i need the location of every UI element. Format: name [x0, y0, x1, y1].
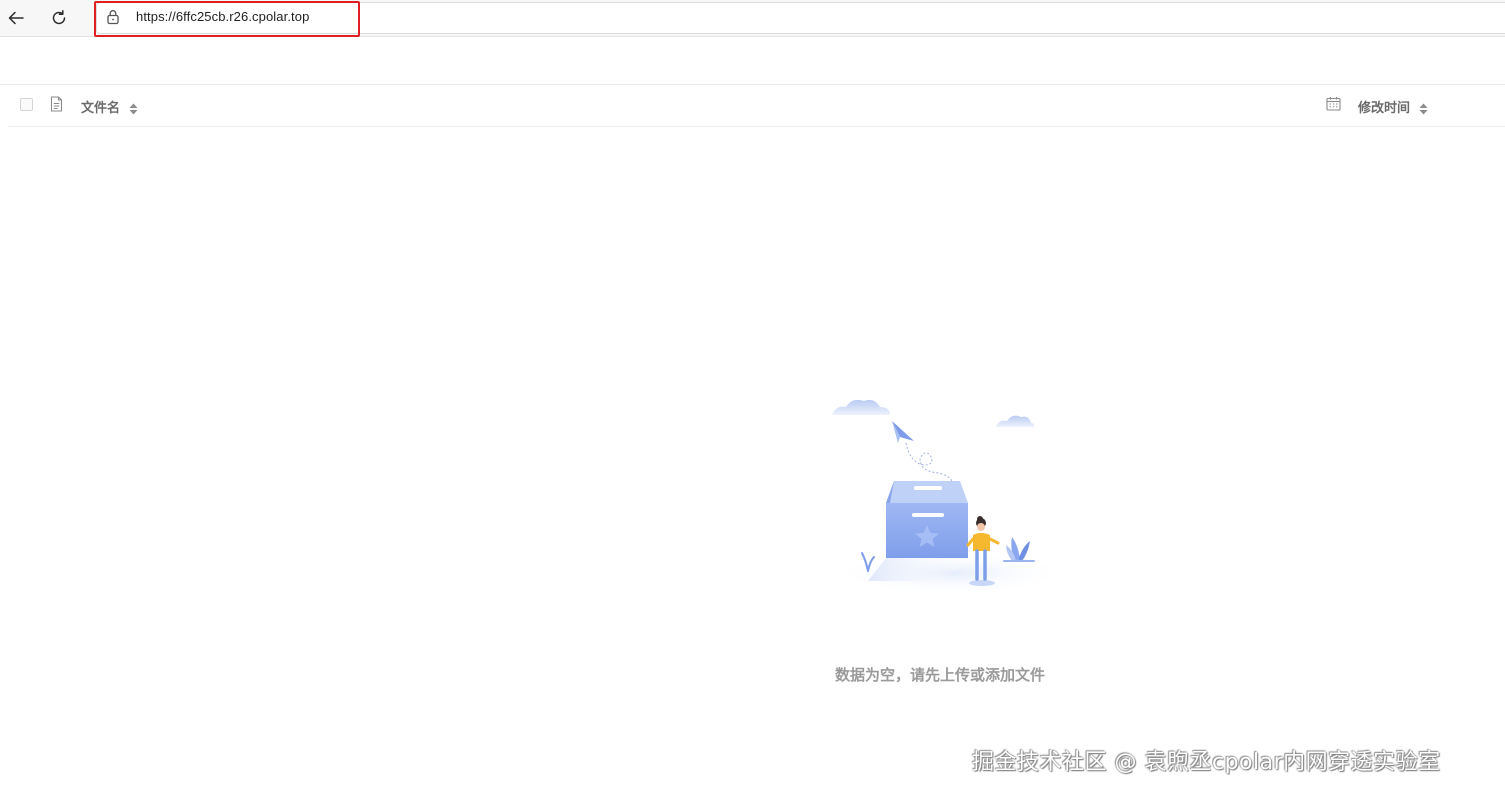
column-header-filename[interactable]: 文件名: [81, 97, 138, 116]
file-icon: [50, 96, 63, 112]
column-mtime-label: 修改时间: [1358, 101, 1411, 116]
watermark: 掘金技术社区 @ 袁煦丞cpolar内网穿透实验室: [972, 750, 1441, 775]
sort-icon[interactable]: [1419, 103, 1428, 115]
file-table-header: 文件名 修改时间: [8, 85, 1505, 127]
reload-icon: [52, 10, 66, 25]
back-button[interactable]: [1, 3, 31, 33]
empty-box-illustration: [832, 399, 1068, 595]
arrow-left-icon: [8, 11, 24, 25]
calendar-icon: [1326, 97, 1341, 111]
column-filename-label: 文件名: [81, 101, 121, 116]
page-toolbar: [0, 37, 1505, 85]
reload-button[interactable]: [44, 3, 74, 33]
url-text[interactable]: https://6ffc25cb.r26.cpolar.top: [136, 9, 309, 24]
select-all-checkbox[interactable]: [20, 98, 33, 111]
column-header-modified-time[interactable]: 修改时间: [1358, 97, 1428, 116]
browser-toolbar: https://6ffc25cb.r26.cpolar.top: [0, 0, 1505, 37]
sort-icon[interactable]: [129, 103, 138, 115]
empty-state-message: 数据为空，请先上传或添加文件: [835, 666, 1046, 684]
lock-icon[interactable]: [106, 9, 120, 25]
